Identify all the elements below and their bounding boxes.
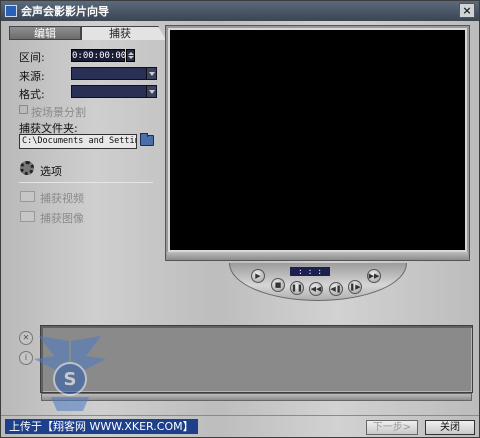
chevron-down-icon: [146, 86, 156, 97]
close-button[interactable]: 关闭: [425, 420, 475, 435]
watermark-text: 上传于【翔客网 WWW.XKER.COM】: [5, 419, 198, 434]
next-button[interactable]: 下一步>: [366, 420, 418, 435]
tab-edit[interactable]: 编辑: [9, 26, 81, 40]
app-icon: [5, 5, 17, 17]
split-by-scene-label: 按场景分割: [31, 106, 86, 119]
capture-video-button[interactable]: 捕获视频: [40, 190, 84, 206]
chevron-down-icon: [146, 68, 156, 79]
window-close-button[interactable]: ×: [459, 3, 475, 18]
format-label: 格式:: [19, 88, 45, 101]
format-dropdown[interactable]: [71, 85, 157, 98]
preview-frame-bottom: [167, 252, 468, 260]
capture-image-button[interactable]: 捕获图像: [40, 210, 84, 226]
gear-icon[interactable]: [20, 161, 34, 175]
duration-label: 区间:: [19, 51, 45, 64]
tab-capture[interactable]: 捕获: [81, 26, 166, 40]
play-icon[interactable]: ▶: [251, 269, 265, 283]
split-by-scene-checkbox[interactable]: [19, 105, 28, 114]
footer-divider: [1, 415, 479, 416]
capture-folder-input[interactable]: C:\Documents and Setting: [19, 134, 137, 149]
camera-icon: [20, 211, 35, 222]
source-dropdown[interactable]: [71, 67, 157, 80]
source-label: 来源:: [19, 70, 45, 83]
camcorder-icon: [20, 191, 35, 202]
rewind-icon[interactable]: ◀◀: [309, 282, 323, 296]
fast-forward-icon[interactable]: ▶▶: [367, 269, 381, 283]
title-bar: 会声会影影片向导 ×: [1, 1, 479, 21]
watermark-logo: S: [34, 336, 106, 411]
wizard-window: 会声会影影片向导 × 编辑 捕获 区间: 0:00:00:00 来源: 格式: …: [0, 0, 480, 438]
divider: [19, 182, 153, 183]
options-button[interactable]: 选项: [40, 163, 62, 179]
player-timecode: : : :: [290, 267, 330, 276]
folder-icon[interactable]: [140, 133, 154, 146]
step-back-icon[interactable]: ◀❚: [329, 282, 343, 296]
duration-stepper[interactable]: [126, 49, 135, 62]
duration-input[interactable]: 0:00:00:00: [71, 49, 126, 62]
stop-icon[interactable]: ■: [271, 278, 285, 292]
step-forward-icon[interactable]: ❚▶: [348, 280, 362, 294]
preview-screen: [170, 30, 465, 250]
tab-bar: 编辑 捕获: [9, 26, 166, 40]
svg-text:S: S: [64, 369, 77, 390]
pause-icon[interactable]: ❚❚: [290, 281, 304, 295]
window-title: 会声会影影片向导: [21, 5, 109, 18]
